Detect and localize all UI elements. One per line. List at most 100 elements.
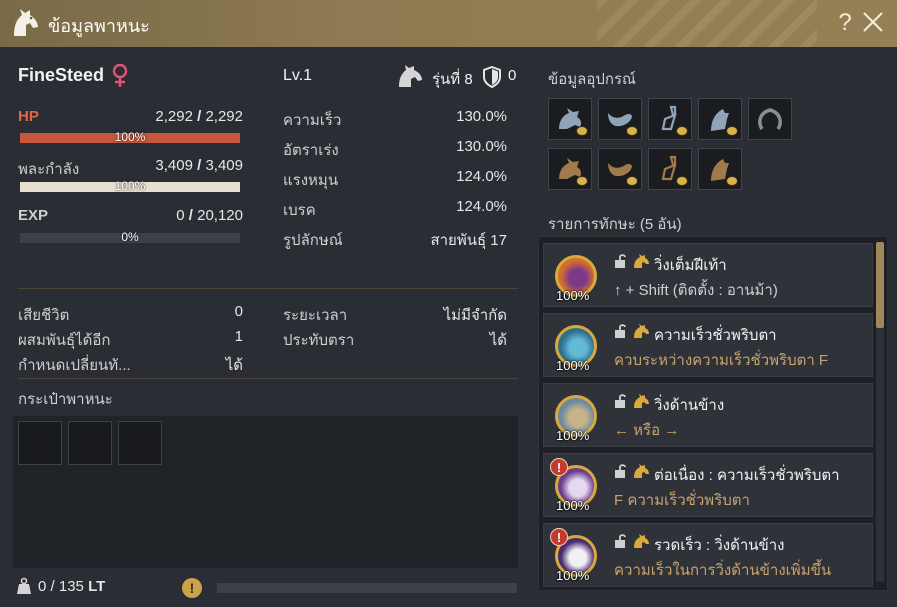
unlock-icon[interactable] bbox=[614, 254, 628, 268]
equipment-title: ข้อมูลอุปกรณ์ bbox=[548, 71, 636, 88]
hp-bar-percent: 100% bbox=[114, 130, 146, 144]
skill-name: ความเร็วชั่วพริบตา bbox=[654, 327, 777, 344]
brake-label: เบรค bbox=[283, 202, 316, 219]
generation-label: รุ่นที่ 8 bbox=[432, 71, 473, 88]
turning-value: 124.0% bbox=[456, 168, 507, 185]
skill-progress: 100% bbox=[556, 288, 590, 303]
horse-armor-slot[interactable] bbox=[548, 98, 592, 140]
appearance-value: สายพันธุ์ 17 bbox=[430, 232, 507, 249]
saddle-slot[interactable] bbox=[598, 98, 642, 140]
death-count-value: 0 bbox=[234, 303, 243, 320]
skill-item[interactable]: ! 100% ต่อเนื่อง : ความเร็วชั่วพริบตา F … bbox=[543, 453, 873, 517]
acceleration-value: 130.0% bbox=[456, 138, 507, 155]
title-bar: ข้อมูลพาหนะ ? bbox=[0, 0, 897, 47]
horseshoe-slot[interactable] bbox=[748, 98, 792, 140]
saddle-slot[interactable] bbox=[598, 148, 642, 190]
horse-skill-icon bbox=[634, 394, 649, 408]
skill-name: วิ่งเต็มฝีเท้า bbox=[654, 257, 727, 274]
inventory-title: กระเป๋าพาหนะ bbox=[18, 391, 113, 408]
speed-label: ความเร็ว bbox=[283, 112, 342, 129]
exp-label: EXP bbox=[18, 207, 49, 224]
death-count-label: เสียชีวิต bbox=[18, 307, 70, 324]
horse-skill-icon bbox=[634, 534, 649, 548]
stamina-bar-percent: 100% bbox=[114, 179, 146, 193]
breeding-left-value: 1 bbox=[234, 328, 243, 345]
skill-command: ควบระหว่างความเร็วชั่วพริบตา F bbox=[614, 352, 829, 369]
horseshoe-icon bbox=[758, 108, 782, 130]
equip-badge bbox=[726, 176, 738, 186]
seal-label: ประทับตรา bbox=[283, 332, 355, 349]
equip-badge bbox=[726, 126, 738, 136]
weight-readout: 0 / 135 LT bbox=[38, 578, 106, 595]
seal-value: ได้ bbox=[489, 332, 507, 349]
horse-skill-icon bbox=[634, 324, 649, 338]
horse-level: Lv.1 bbox=[283, 67, 313, 84]
brake-value: 124.0% bbox=[456, 198, 507, 215]
equip-badge bbox=[576, 176, 588, 186]
shield-icon bbox=[483, 66, 501, 88]
stamina-value: 3,409 / 3,409 bbox=[155, 157, 243, 174]
weight-icon bbox=[17, 577, 31, 594]
skill-command: ความเร็วในการวิ่งด้านข้างเพิ่มขึ้น bbox=[614, 562, 832, 579]
speed-value: 130.0% bbox=[456, 108, 507, 125]
horse-helmet-slot[interactable] bbox=[698, 98, 742, 140]
skill-warning-icon: ! bbox=[550, 458, 568, 476]
equip-badge bbox=[626, 126, 638, 136]
horse-head-icon bbox=[14, 9, 38, 36]
female-gender-icon bbox=[112, 63, 128, 87]
skill-command: ← หรือ → bbox=[614, 422, 680, 439]
change-setting-value: ได้ bbox=[225, 357, 243, 374]
skill-item[interactable]: ! 100% รวดเร็ว : วิ่งด้านข้าง ความเร็วใน… bbox=[543, 523, 873, 587]
skills-title: รายการทักษะ (5 อัน) bbox=[548, 216, 682, 233]
skill-progress: 100% bbox=[556, 498, 590, 513]
skill-name: ต่อเนื่อง : ความเร็วชั่วพริบตา bbox=[654, 467, 840, 484]
equip-badge bbox=[626, 176, 638, 186]
shield-count: 0 bbox=[508, 67, 517, 84]
stirrups-slot[interactable] bbox=[648, 148, 692, 190]
equip-badge bbox=[576, 126, 588, 136]
stirrups-slot[interactable] bbox=[648, 98, 692, 140]
stamina-label: พละกำลัง bbox=[18, 161, 80, 178]
duration-label: ระยะเวลา bbox=[283, 307, 348, 324]
skill-progress: 100% bbox=[556, 358, 590, 373]
unlock-icon[interactable] bbox=[614, 324, 628, 338]
skill-item[interactable]: 100% ความเร็วชั่วพริบตา ควบระหว่างความเร… bbox=[543, 313, 873, 377]
inventory-slot[interactable] bbox=[68, 421, 112, 465]
breeding-left-label: ผสมพันธุ์ได้อีก bbox=[18, 332, 111, 349]
generation-horse-icon bbox=[399, 65, 422, 87]
inventory-slot[interactable] bbox=[18, 421, 62, 465]
unlock-icon[interactable] bbox=[614, 394, 628, 408]
acceleration-label: อัตราเร่ง bbox=[283, 142, 339, 159]
help-button[interactable]: ? bbox=[833, 9, 857, 37]
skill-name: รวดเร็ว : วิ่งด้านข้าง bbox=[654, 537, 785, 554]
skill-name: วิ่งด้านข้าง bbox=[654, 397, 725, 414]
skill-progress: 100% bbox=[556, 568, 590, 583]
horse-skill-icon bbox=[634, 464, 649, 478]
weight-bar bbox=[217, 583, 517, 593]
hp-bar: 100% bbox=[20, 130, 240, 144]
divider bbox=[18, 378, 518, 379]
skills-scrollbar-thumb[interactable] bbox=[876, 242, 884, 328]
equip-badge bbox=[676, 126, 688, 136]
title-decoration bbox=[597, 0, 817, 47]
unlock-icon[interactable] bbox=[614, 534, 628, 548]
skill-item[interactable]: 100% วิ่งเต็มฝีเท้า ↑ + Shift (ติดตั้ง :… bbox=[543, 243, 873, 307]
inventory-slot[interactable] bbox=[118, 421, 162, 465]
skill-command: F ความเร็วชั่วพริบตา bbox=[614, 492, 750, 509]
close-icon[interactable] bbox=[861, 9, 885, 35]
horse-helmet-slot[interactable] bbox=[698, 148, 742, 190]
unlock-icon[interactable] bbox=[614, 464, 628, 478]
weight-warning-icon[interactable]: ! bbox=[182, 578, 202, 598]
turning-label: แรงหมุน bbox=[283, 172, 339, 189]
exp-value: 0 / 20,120 bbox=[176, 207, 243, 224]
skill-warning-icon: ! bbox=[550, 528, 568, 546]
skill-item[interactable]: 100% วิ่งด้านข้าง ← หรือ → bbox=[543, 383, 873, 447]
divider bbox=[18, 288, 518, 289]
horse-name: FineSteed bbox=[18, 65, 105, 85]
horse-armor-slot[interactable] bbox=[548, 148, 592, 190]
change-setting-label: กำหนดเปลี่ยนทั... bbox=[18, 357, 131, 374]
hp-value: 2,292 / 2,292 bbox=[155, 108, 243, 125]
duration-value: ไม่มีจำกัด bbox=[443, 307, 507, 324]
horse-skill-icon bbox=[634, 254, 649, 268]
stamina-bar: 100% bbox=[20, 179, 240, 193]
